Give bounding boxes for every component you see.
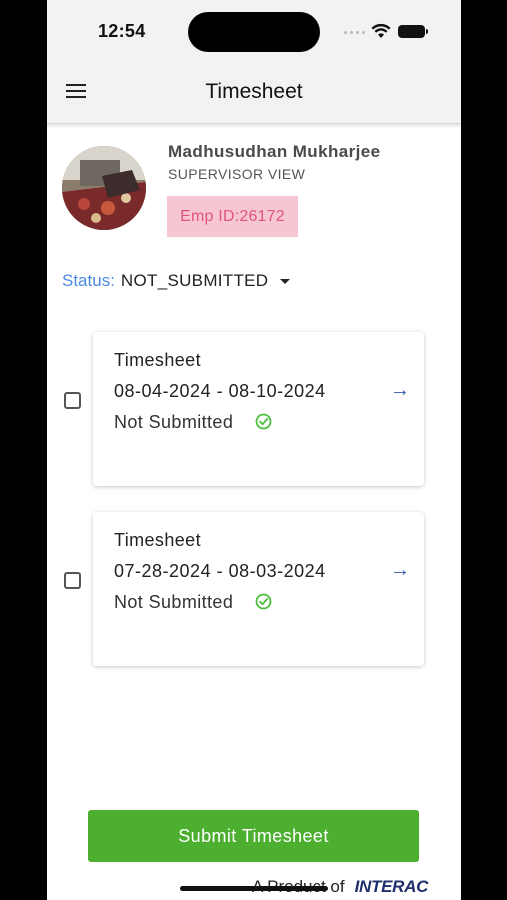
wifi-icon	[371, 23, 391, 38]
page-title: Timesheet	[205, 80, 303, 103]
timesheet-date-range: 08-04-2024 - 08-10-2024	[114, 381, 326, 401]
timesheet-date-range: 07-28-2024 - 08-03-2024	[114, 561, 326, 581]
avatar	[62, 146, 146, 230]
home-indicator[interactable]	[180, 886, 328, 891]
dropdown-caret-icon	[280, 278, 291, 284]
check-circle-icon	[255, 593, 272, 610]
open-timesheet-arrow-icon[interactable]: →	[390, 379, 410, 402]
employee-id-badge: Emp ID:26172	[167, 196, 298, 237]
submit-timesheet-button[interactable]: Submit Timesheet	[88, 810, 419, 862]
brand-logo: INTERAC	[354, 877, 429, 896]
check-circle-icon	[255, 413, 272, 430]
timesheet-card[interactable]: Timesheet 07-28-2024 - 08-03-2024 Not Su…	[93, 512, 424, 666]
status-filter-label: Status:	[62, 271, 115, 290]
timesheet-card-title: Timesheet	[114, 530, 201, 550]
top-bar: 12:54 Timesheet	[47, 0, 461, 124]
timesheet-status: Not Submitted	[114, 592, 234, 612]
timesheet-card-title: Timesheet	[114, 350, 201, 370]
status-time: 12:54	[98, 21, 146, 41]
dynamic-island	[188, 12, 320, 52]
open-timesheet-arrow-icon[interactable]: →	[390, 559, 410, 582]
battery-icon	[398, 25, 428, 38]
cellular-signal-icon	[344, 31, 365, 34]
employee-name: Madhusudhan Mukharjee	[168, 142, 381, 161]
employee-role: SUPERVISOR VIEW	[168, 166, 306, 182]
status-filter-dropdown[interactable]: Status: NOT_SUBMITTED	[62, 271, 291, 291]
avatar-photo	[62, 146, 146, 230]
timesheet-select-checkbox[interactable]	[64, 392, 81, 409]
timesheet-status: Not Submitted	[114, 412, 234, 432]
status-filter-value: NOT_SUBMITTED	[120, 271, 269, 290]
timesheet-select-checkbox[interactable]	[64, 572, 81, 589]
app-screen: 12:54 Timesheet Madhusudhan Mukharjee SU…	[47, 0, 461, 900]
timesheet-card[interactable]: Timesheet 08-04-2024 - 08-10-2024 Not Su…	[93, 332, 424, 486]
